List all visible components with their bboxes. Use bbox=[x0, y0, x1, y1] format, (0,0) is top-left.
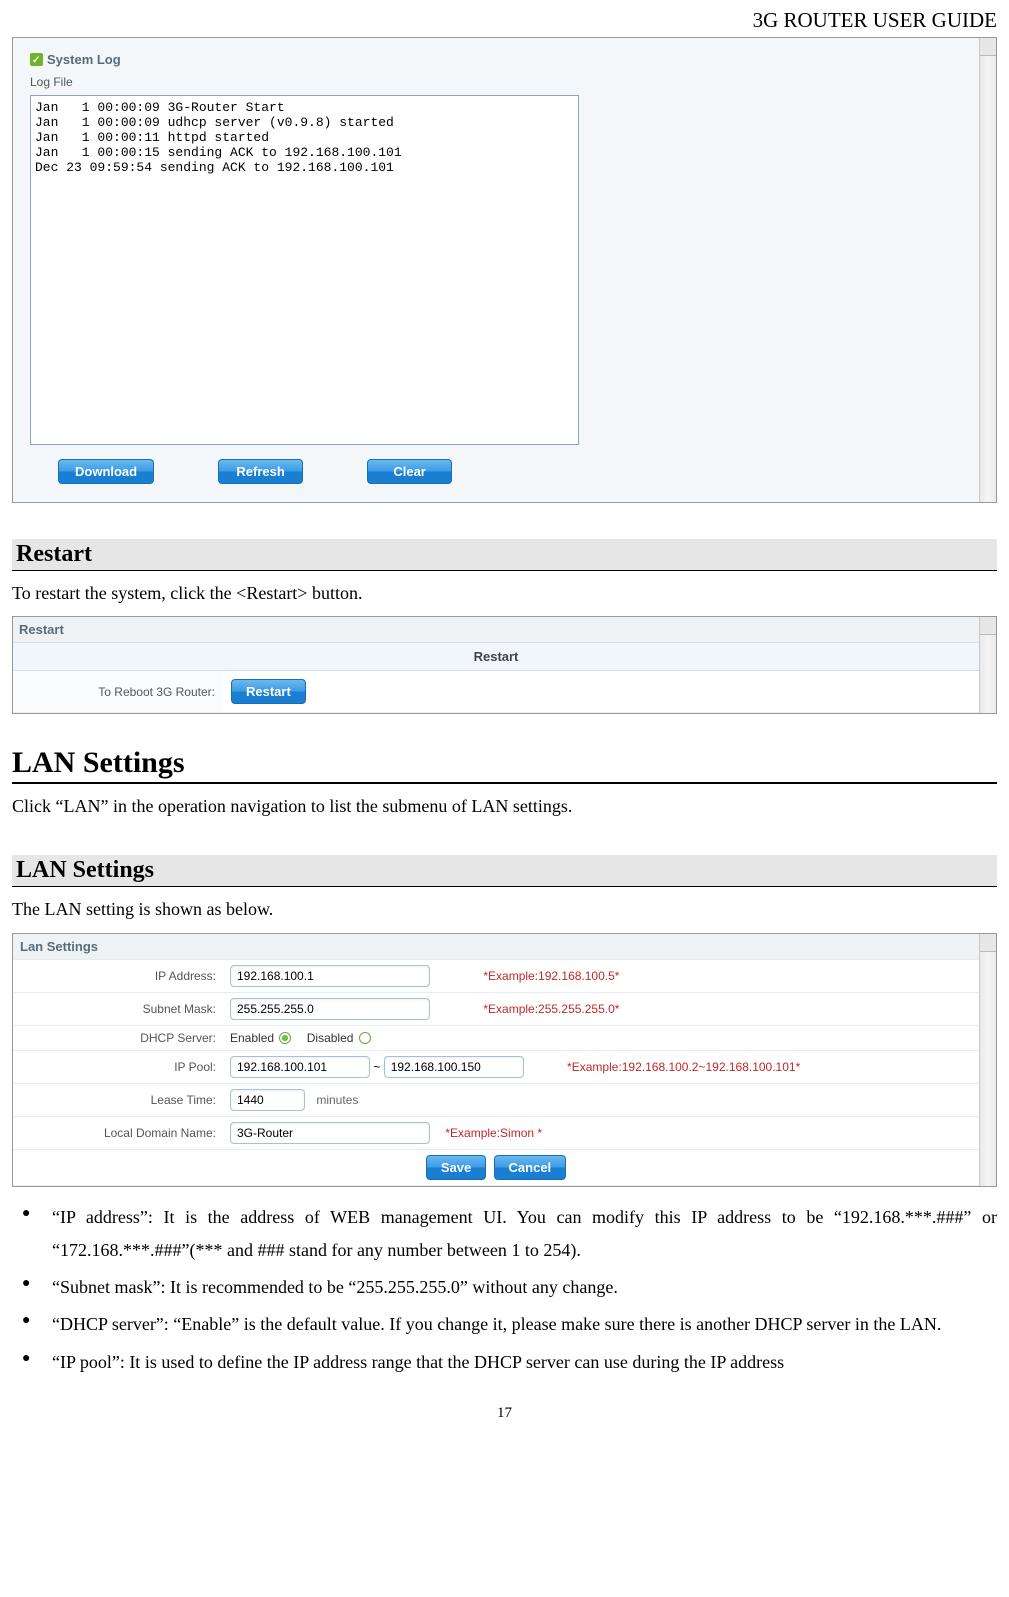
restart-heading: Restart bbox=[12, 539, 997, 571]
ip-input[interactable] bbox=[230, 965, 430, 987]
check-icon bbox=[30, 53, 43, 66]
refresh-button[interactable]: Refresh bbox=[218, 459, 303, 484]
lan-settings-h1: LAN Settings bbox=[12, 744, 997, 784]
lan-intro2: The LAN setting is shown as below. bbox=[12, 897, 997, 922]
restart-panel-title: Restart bbox=[19, 622, 64, 637]
pool-label: IP Pool: bbox=[13, 1050, 223, 1083]
lan-panel: Lan Settings IP Address: *Example:192.16… bbox=[12, 933, 997, 1187]
mask-input[interactable] bbox=[230, 998, 430, 1020]
pool-hint: *Example:192.168.100.2~192.168.100.101* bbox=[567, 1060, 800, 1074]
scrollbar[interactable] bbox=[979, 934, 996, 1186]
lan-panel-title-row: Lan Settings bbox=[13, 934, 979, 960]
page-header: 3G ROUTER USER GUIDE bbox=[12, 8, 997, 33]
restart-row-label: To Reboot 3G Router: bbox=[13, 671, 223, 713]
domain-label: Local Domain Name: bbox=[13, 1116, 223, 1149]
mask-hint: *Example:255.255.255.0* bbox=[483, 1002, 619, 1016]
lease-input[interactable] bbox=[230, 1089, 305, 1111]
ip-label: IP Address: bbox=[13, 959, 223, 992]
lan-intro1: Click “LAN” in the operation navigation … bbox=[12, 794, 997, 819]
restart-panel-title-row: Restart bbox=[13, 617, 979, 643]
bullet-list: “IP address”: It is the address of WEB m… bbox=[12, 1201, 997, 1379]
radio-icon[interactable] bbox=[359, 1032, 371, 1044]
ip-hint: *Example:192.168.100.5* bbox=[483, 969, 619, 983]
list-item: “IP pool”: It is used to define the IP a… bbox=[12, 1346, 997, 1379]
list-item: “DHCP server”: “Enable” is the default v… bbox=[12, 1308, 997, 1341]
mask-label: Subnet Mask: bbox=[13, 992, 223, 1025]
lan-settings-h2: LAN Settings bbox=[12, 855, 997, 887]
pool-from-input[interactable] bbox=[230, 1056, 370, 1078]
restart-panel: Restart Restart To Reboot 3G Router: Res… bbox=[12, 616, 997, 714]
clear-button[interactable]: Clear bbox=[367, 459, 452, 484]
download-button[interactable]: Download bbox=[58, 459, 154, 484]
syslog-title-row: System Log bbox=[30, 48, 949, 73]
pool-to-input[interactable] bbox=[384, 1056, 524, 1078]
list-item: “IP address”: It is the address of WEB m… bbox=[12, 1201, 997, 1268]
log-textarea[interactable]: Jan 1 00:00:09 3G-Router Start Jan 1 00:… bbox=[30, 95, 579, 445]
restart-button[interactable]: Restart bbox=[231, 679, 306, 704]
syslog-title: System Log bbox=[47, 52, 121, 67]
cancel-button[interactable]: Cancel bbox=[494, 1155, 567, 1180]
scrollbar[interactable] bbox=[979, 38, 996, 502]
lease-label: Lease Time: bbox=[13, 1083, 223, 1116]
save-button[interactable]: Save bbox=[426, 1155, 486, 1180]
logfile-label: Log File bbox=[30, 75, 949, 89]
lease-unit: minutes bbox=[316, 1093, 358, 1107]
lan-panel-title: Lan Settings bbox=[20, 939, 98, 954]
list-item: “Subnet mask”: It is recommended to be “… bbox=[12, 1271, 997, 1304]
syslog-button-row: Download Refresh Clear bbox=[30, 459, 949, 484]
syslog-panel: System Log Log File Jan 1 00:00:09 3G-Ro… bbox=[12, 37, 997, 503]
restart-intro: To restart the system, click the <Restar… bbox=[12, 581, 997, 606]
restart-subheader: Restart bbox=[13, 643, 979, 671]
dhcp-label: DHCP Server: bbox=[13, 1025, 223, 1050]
domain-hint: *Example:Simon * bbox=[445, 1126, 542, 1140]
scrollbar[interactable] bbox=[979, 617, 996, 713]
dhcp-enabled-label[interactable]: Enabled bbox=[230, 1031, 291, 1045]
page-number: 17 bbox=[12, 1405, 997, 1422]
dhcp-disabled-label[interactable]: Disabled bbox=[307, 1031, 371, 1045]
radio-icon[interactable] bbox=[279, 1032, 291, 1044]
pool-sep: ~ bbox=[373, 1060, 380, 1074]
domain-input[interactable] bbox=[230, 1122, 430, 1144]
